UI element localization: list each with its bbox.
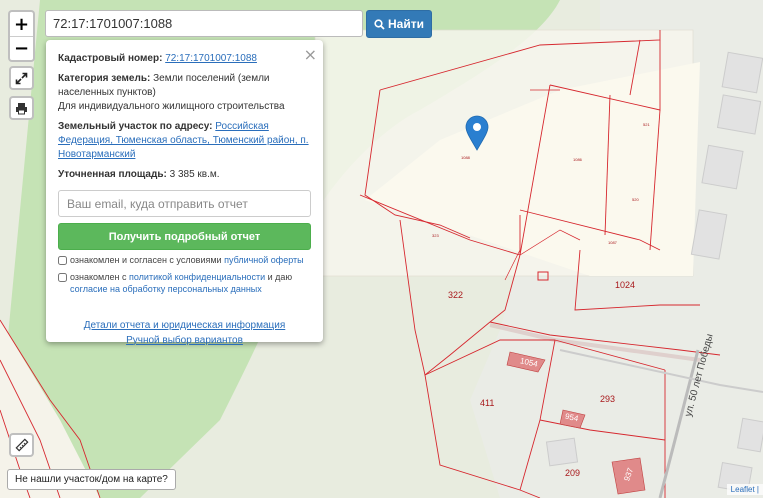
area-row: Уточненная площадь: 3 385 кв.м.: [58, 168, 311, 182]
parcel-label-1088: 1088: [461, 155, 470, 160]
parcel-label-293: 293: [600, 394, 616, 404]
land-category-label: Категория земель:: [58, 73, 151, 84]
printer-icon: [16, 102, 27, 114]
public-offer-link[interactable]: публичной оферты: [224, 255, 304, 265]
ruler-icon: [14, 438, 29, 452]
close-icon[interactable]: ×: [304, 44, 317, 66]
report-details-link[interactable]: Детали отчета и юридическая информация: [84, 320, 286, 331]
offer-consent-checkbox[interactable]: [58, 256, 67, 265]
attribution[interactable]: Leaflet |: [726, 484, 763, 495]
zoom-in-button[interactable]: +: [10, 12, 33, 36]
print-button[interactable]: [9, 96, 34, 120]
zoom-control: + −: [8, 10, 35, 62]
parcel-label-1024: 1024: [615, 280, 636, 290]
privacy-consent-text: ознакомлен с политикой конфиденциальност…: [70, 271, 311, 296]
parcel-label-520: 520: [632, 197, 639, 202]
zoom-out-button[interactable]: −: [10, 36, 33, 60]
search-button[interactable]: Найти: [366, 10, 432, 38]
fullscreen-button[interactable]: [9, 66, 34, 90]
address-label: Земельный участок по адресу:: [58, 121, 213, 132]
parcel-info-popup: × Кадастровый номер: 72:17:1701007:1088 …: [46, 40, 323, 346]
offer-consent-label: ознакомлен и согласен с условиями: [70, 255, 222, 265]
measure-button[interactable]: [9, 433, 34, 457]
parcel-label-322: 322: [448, 290, 464, 300]
personal-data-consent-link[interactable]: согласие на обработку персональных данны…: [70, 284, 262, 294]
expand-icon: [15, 72, 28, 84]
parcel-label-1086: 1086: [573, 157, 582, 162]
land-category-row: Категория земель: Земли поселений (земли…: [58, 72, 311, 114]
popup-footer-links: Детали отчета и юридическая информация Р…: [58, 318, 311, 348]
cadastral-number-row: Кадастровый номер: 72:17:1701007:1088: [58, 52, 311, 66]
not-found-button[interactable]: Не нашли участок/дом на карте?: [7, 469, 176, 490]
land-usage-value: Для индивидуального жилищного строительс…: [58, 101, 285, 112]
address-row: Земельный участок по адресу: Российская …: [58, 120, 311, 162]
privacy-consent: ознакомлен с политикой конфиденциальност…: [58, 271, 311, 296]
privacy-consent-checkbox[interactable]: [58, 272, 67, 282]
parcel-label-521: 521: [643, 122, 650, 127]
email-field[interactable]: [58, 190, 311, 217]
parcel-label-323: 323: [432, 233, 439, 238]
privacy-consent-label-b: и даю: [267, 271, 293, 282]
privacy-consent-label-a: ознакомлен с: [70, 271, 127, 282]
get-report-button[interactable]: Получить подробный отчет: [58, 223, 311, 250]
search-button-label: Найти: [388, 17, 424, 31]
search-icon: [374, 18, 385, 30]
cadastral-number-link[interactable]: 72:17:1701007:1088: [165, 53, 257, 64]
parcel-label-209: 209: [565, 468, 581, 478]
cadastral-number-label: Кадастровый номер:: [58, 53, 163, 64]
cadastral-search-input[interactable]: [45, 10, 363, 37]
offer-consent: ознакомлен и согласен с условиями публич…: [58, 254, 311, 267]
parcel-label-411: 411: [480, 398, 495, 408]
manual-selection-link[interactable]: Ручной выбор вариантов: [126, 335, 243, 346]
area-value: 3 385 кв.м.: [169, 169, 220, 180]
privacy-policy-link[interactable]: политикой конфиденциальности: [129, 272, 265, 282]
offer-consent-text: ознакомлен и согласен с условиями публич…: [70, 254, 304, 267]
parcel-label-1087: 1087: [608, 240, 617, 245]
area-label: Уточненная площадь:: [58, 169, 167, 180]
